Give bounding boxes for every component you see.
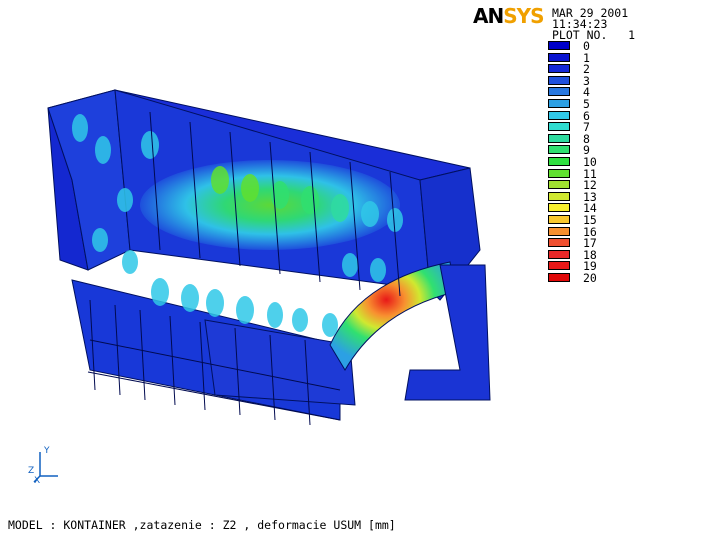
triad-z-label: Z [28, 466, 35, 476]
graphics-window[interactable]: ANSYS MAR 29 2001 11:34:23 PLOT NO. 1 01… [0, 0, 720, 542]
container-body [47, 89, 491, 421]
triad-x-label: X [34, 476, 41, 486]
fe-model-view [47, 89, 491, 426]
model-caption: MODEL : KONTAINER ,zatazenie : Z2 , defo… [8, 518, 396, 532]
triad-y-label: Y [44, 446, 50, 456]
